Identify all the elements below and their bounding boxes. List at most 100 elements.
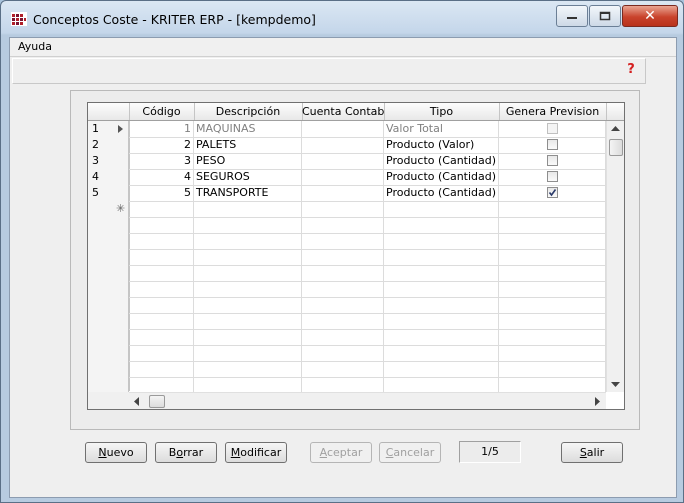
tipo-cell[interactable] [384,217,499,233]
table-row[interactable] [88,361,606,378]
table-row[interactable] [88,281,606,298]
title-bar[interactable]: Conceptos Coste - KRITER ERP - [kempdemo… [1,1,683,35]
nuevo-button[interactable]: Nuevo [85,442,147,463]
tipo-cell[interactable] [384,361,499,377]
descripcion-cell[interactable] [194,233,302,249]
genera-prevision-cell[interactable] [499,329,606,345]
codigo-cell[interactable]: 1 [129,121,194,137]
table-row[interactable]: ✳ [88,201,606,218]
descripcion-cell[interactable]: TRANSPORTE [194,185,302,201]
genera-prevision-cell[interactable] [499,185,606,201]
genera-prevision-cell[interactable] [499,201,606,217]
codigo-cell[interactable]: 4 [129,169,194,185]
row-header[interactable] [88,345,129,361]
column-header-codigo[interactable]: Código [129,103,195,120]
table-row[interactable] [88,217,606,234]
cuenta-contable-cell[interactable] [302,281,384,297]
table-row[interactable] [88,313,606,330]
descripcion-cell[interactable] [194,361,302,377]
codigo-cell[interactable] [129,313,194,329]
table-row[interactable] [88,249,606,266]
row-header[interactable] [88,313,129,329]
cuenta-contable-cell[interactable] [302,185,384,201]
tipo-cell[interactable]: Valor Total [384,121,499,137]
close-button[interactable]: ✕ [622,5,678,27]
table-row[interactable] [88,297,606,314]
tipo-cell[interactable] [384,313,499,329]
descripcion-cell[interactable] [194,217,302,233]
cuenta-contable-cell[interactable] [302,217,384,233]
borrar-button[interactable]: Borrar [155,442,217,463]
cuenta-contable-cell[interactable] [302,329,384,345]
tipo-cell[interactable] [384,297,499,313]
descripcion-cell[interactable] [194,377,302,393]
minimize-button[interactable] [556,5,588,27]
tipo-cell[interactable] [384,201,499,217]
cuenta-contable-cell[interactable] [302,313,384,329]
tipo-cell[interactable] [384,377,499,393]
row-header[interactable] [88,329,129,345]
codigo-cell[interactable] [129,329,194,345]
codigo-cell[interactable] [129,281,194,297]
row-header[interactable] [88,281,129,297]
cuenta-contable-cell[interactable] [302,121,384,137]
descripcion-cell[interactable]: MAQUINAS [194,121,302,137]
row-header[interactable]: 4 [88,169,129,185]
column-header-cuenta-contable[interactable]: Cuenta Contable [302,103,385,120]
codigo-cell[interactable] [129,217,194,233]
row-header[interactable]: 5 [88,185,129,201]
row-header[interactable] [88,361,129,377]
maximize-button[interactable] [589,5,621,27]
codigo-cell[interactable] [129,265,194,281]
modificar-button[interactable]: Modificar [225,442,287,463]
table-row[interactable]: 5 5 TRANSPORTE Producto (Cantidad) [88,185,606,202]
cuenta-contable-cell[interactable] [302,153,384,169]
descripcion-cell[interactable] [194,249,302,265]
descripcion-cell[interactable] [194,201,302,217]
genera-prevision-checkbox[interactable] [546,187,558,198]
cuenta-contable-cell[interactable] [302,265,384,281]
data-grid[interactable]: Código Descripción Cuenta Contable Tipo … [87,102,625,410]
scroll-up-icon[interactable] [611,126,620,132]
table-row[interactable]: 4 4 SEGUROS Producto (Cantidad) [88,169,606,186]
genera-prevision-checkbox[interactable] [546,171,558,182]
codigo-cell[interactable] [129,377,194,393]
codigo-cell[interactable] [129,249,194,265]
row-header[interactable] [88,249,129,265]
genera-prevision-cell[interactable] [499,265,606,281]
descripcion-cell[interactable] [194,345,302,361]
horizontal-scrollbar[interactable] [129,392,606,409]
descripcion-cell[interactable] [194,281,302,297]
genera-prevision-checkbox[interactable] [546,139,558,150]
aceptar-button[interactable]: Aceptar [310,442,372,463]
genera-prevision-cell[interactable] [499,281,606,297]
scroll-right-icon[interactable] [595,397,601,406]
menu-ayuda[interactable]: Ayuda [18,40,52,53]
genera-prevision-cell[interactable] [499,217,606,233]
codigo-cell[interactable]: 3 [129,153,194,169]
genera-prevision-cell[interactable] [499,121,606,137]
row-header[interactable] [88,377,129,393]
codigo-cell[interactable]: 5 [129,185,194,201]
scroll-down-icon[interactable] [611,382,620,388]
genera-prevision-cell[interactable] [499,377,606,393]
row-header[interactable]: 1 [88,121,129,137]
column-header-descripcion[interactable]: Descripción [194,103,303,120]
table-row[interactable] [88,265,606,282]
tipo-cell[interactable] [384,265,499,281]
tipo-cell[interactable] [384,233,499,249]
row-header[interactable]: 3 [88,153,129,169]
tipo-cell[interactable]: Producto (Cantidad) [384,153,499,169]
cuenta-contable-cell[interactable] [302,249,384,265]
genera-prevision-cell[interactable] [499,249,606,265]
cuenta-contable-cell[interactable] [302,201,384,217]
codigo-cell[interactable] [129,201,194,217]
descripcion-cell[interactable]: SEGUROS [194,169,302,185]
genera-prevision-cell[interactable] [499,153,606,169]
genera-prevision-cell[interactable] [499,297,606,313]
descripcion-cell[interactable] [194,313,302,329]
cuenta-contable-cell[interactable] [302,137,384,153]
tipo-cell[interactable] [384,249,499,265]
cuenta-contable-cell[interactable] [302,345,384,361]
vertical-scroll-thumb[interactable] [609,139,623,156]
